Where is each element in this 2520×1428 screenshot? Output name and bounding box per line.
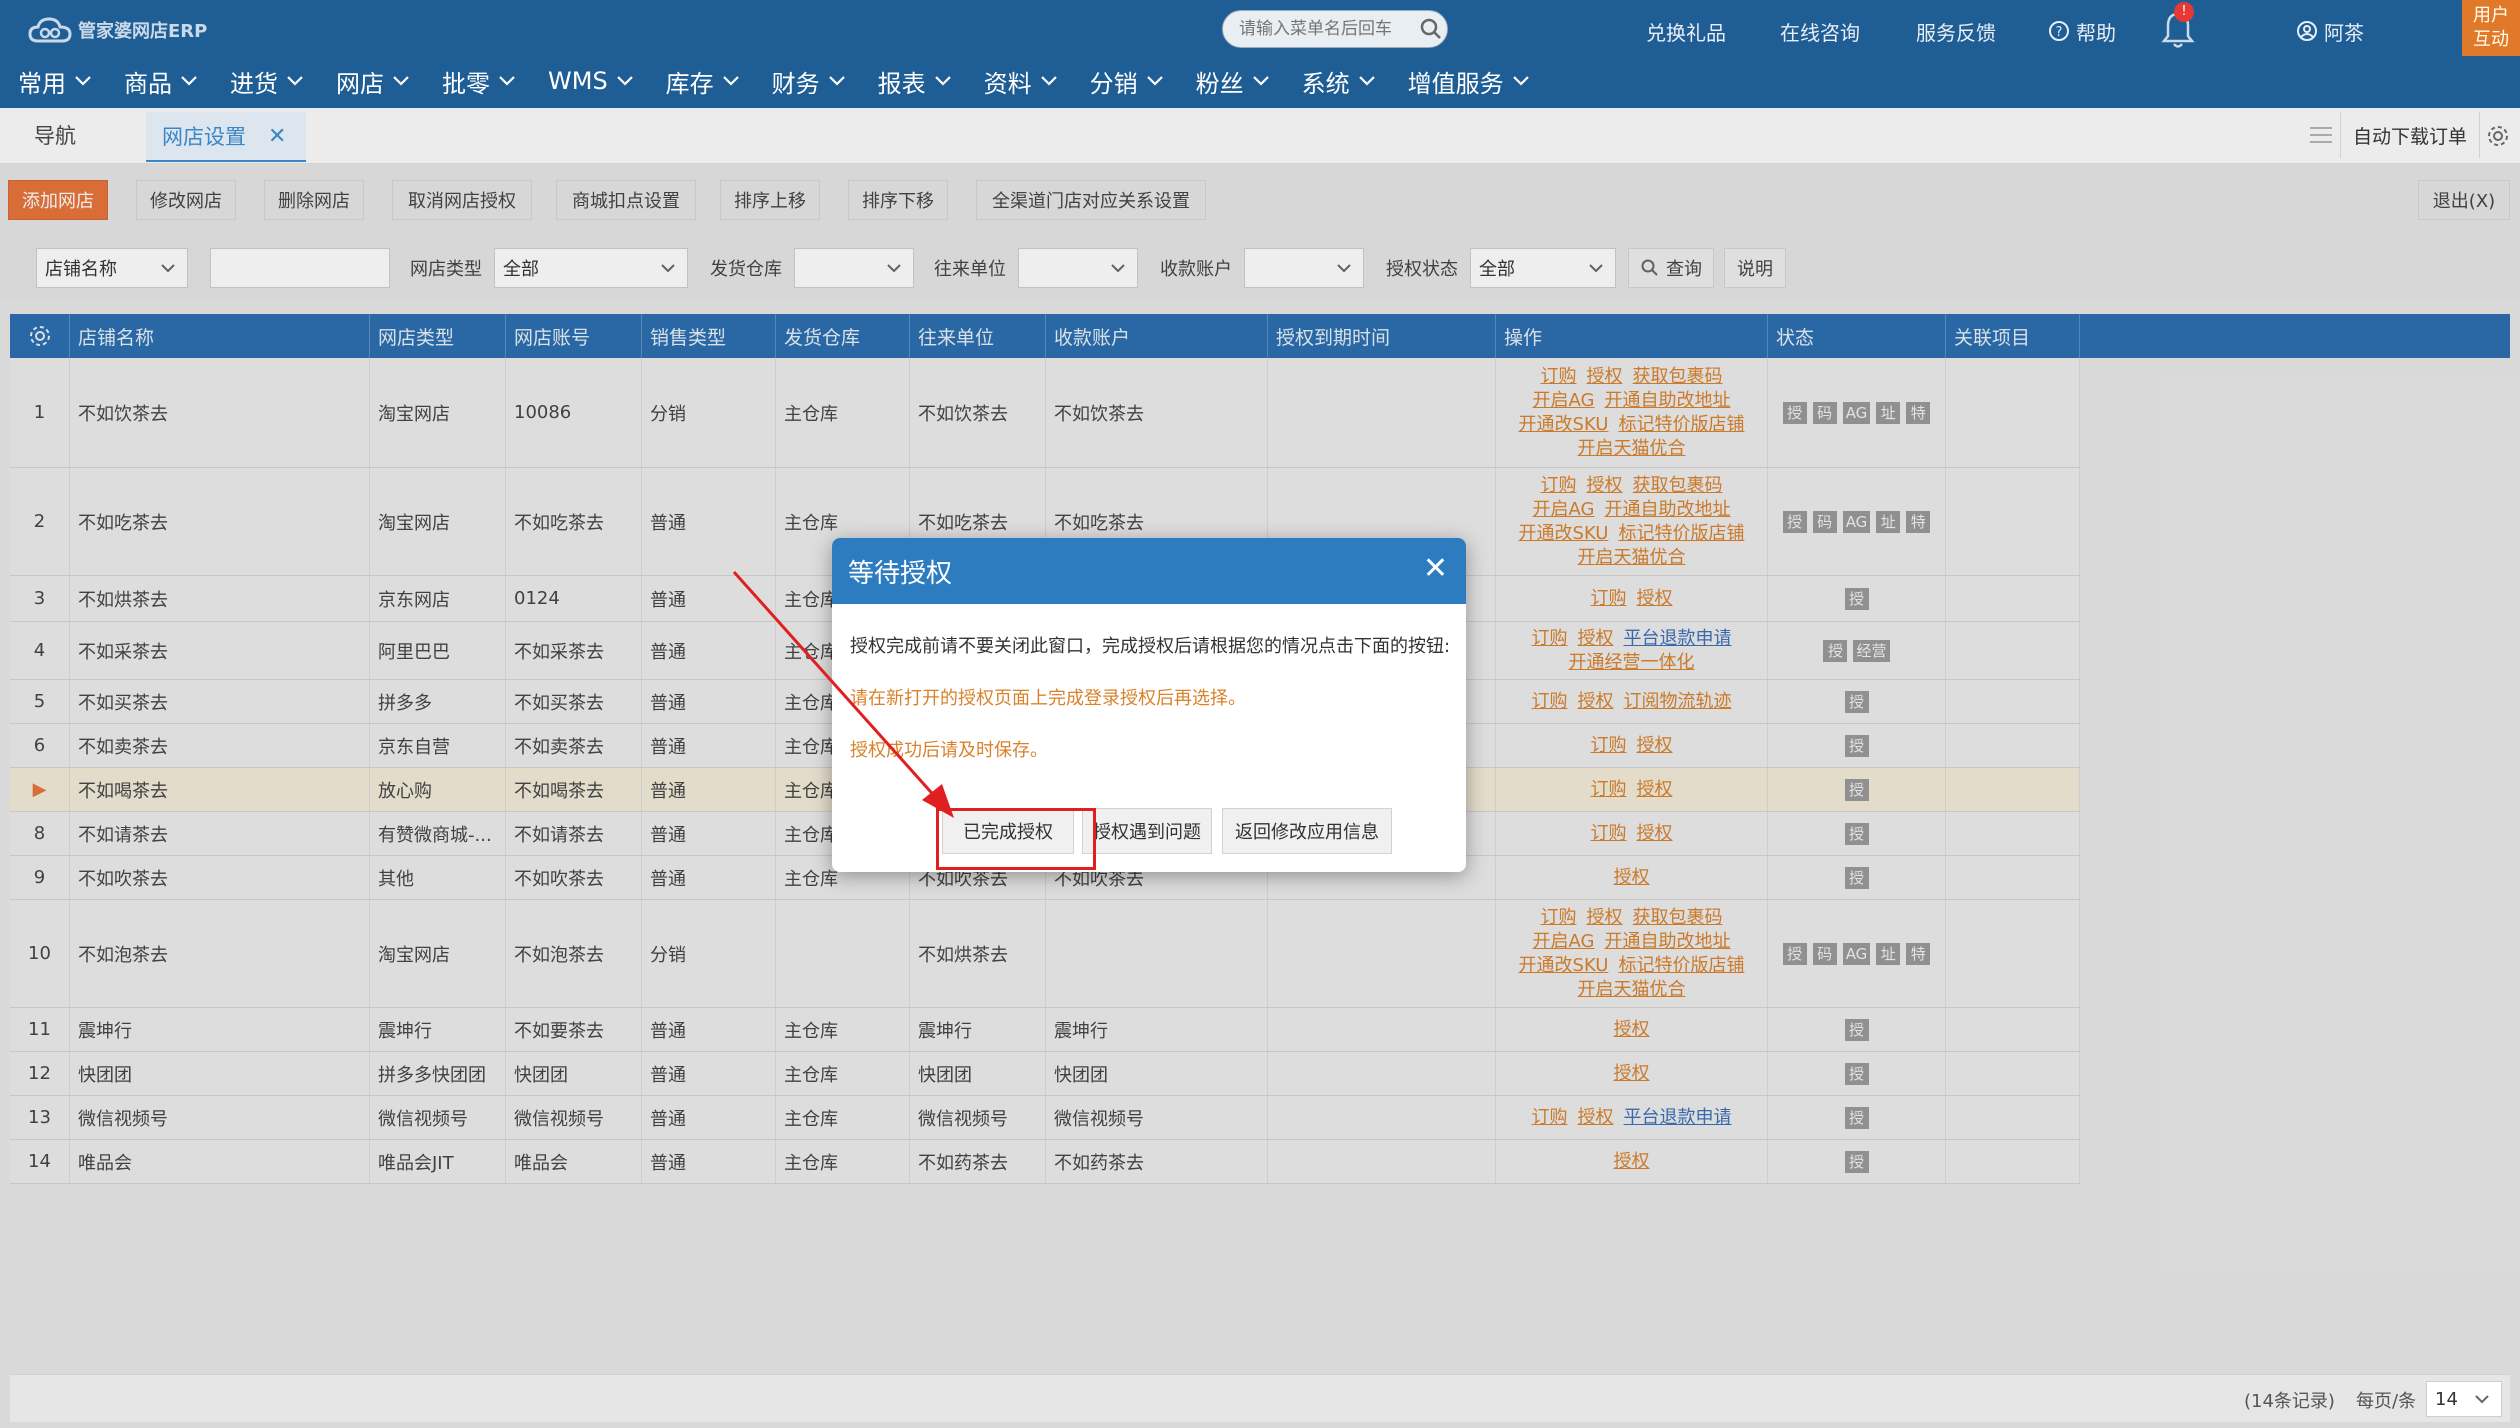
chevron-down-icon [1512,76,1529,86]
svg-text:?: ? [2056,25,2063,40]
menu-item[interactable]: WMS [530,67,634,95]
menu-item-label: 网店 [336,69,384,98]
per-page-select[interactable]: 14 [2426,1381,2502,1417]
tab-shop-settings[interactable]: 网店设置 ✕ [146,112,306,162]
menu-item[interactable]: 进货 [212,64,304,99]
menu-item-label: 报表 [877,69,926,98]
chevron-down-icon [616,76,633,86]
gear-icon[interactable] [2486,124,2510,148]
user-menu[interactable]: 阿茶 [2296,14,2364,48]
tab-navigation[interactable]: 导航 [34,118,76,154]
help-icon: ? [2049,21,2069,41]
menu-item[interactable]: 网店 [318,64,410,99]
menu-item[interactable]: 商品 [106,64,198,99]
close-icon[interactable]: ✕ [1423,554,1448,584]
menu-item-label: 库存 [665,69,714,98]
menu-item-label: 资料 [983,69,1032,98]
chevron-down-icon [1146,76,1163,86]
menu-item[interactable]: 系统 [1284,64,1376,99]
chevron-down-icon [499,76,515,86]
main-menu: 常用 商品 进货 网店 批零 WMS 库存 财务 报表 资料 分销 粉丝 系统 增值服务 [0,58,1700,104]
menu-item-label: 批零 [442,69,490,98]
dialog-hint-login: 请在新打开的授权页面上完成登录授权后再选择。 [850,688,1246,709]
pagination-footer: (14条记录) 每页/条 14 [10,1374,2510,1422]
menu-item-label: 系统 [1301,69,1350,98]
chevron-down-icon [1252,76,1269,86]
menu-item-label: 分销 [1089,69,1138,98]
menu-item[interactable]: 库存 [648,64,740,99]
menu-item-label: 进货 [230,69,278,98]
help-link[interactable]: ? 帮助 [2048,14,2116,48]
list-icon[interactable] [2308,124,2334,146]
authorization-done-button[interactable]: 已完成授权 [942,808,1074,854]
chevron-down-icon [722,76,739,86]
menu-item-label: WMS [548,67,608,95]
notification-badge: ! [2174,2,2194,22]
app-logo[interactable]: 管家婆网店ERP [28,14,207,46]
logo-text: 管家婆网店ERP [78,21,208,42]
menu-item[interactable]: 增值服务 [1390,64,1530,99]
user-icon [2297,21,2317,41]
tab-bar [0,108,2520,164]
dialog-title: 等待授权 [848,558,953,589]
chevron-down-icon [287,76,303,86]
menu-item[interactable]: 资料 [966,64,1058,99]
menu-item-label: 常用 [18,69,66,98]
dialog-instruction: 授权完成前请不要关闭此窗口，完成授权后请根据您的情况点击下面的按钮: [850,636,1451,657]
chevron-down-icon [75,76,91,86]
dialog-hint-save: 授权成功后请及时保存。 [850,740,1048,761]
auto-download-orders-button[interactable]: 自动下载订单 [2340,112,2480,158]
menu-item[interactable]: 分销 [1072,64,1164,99]
chevron-down-icon [1358,76,1375,86]
feedback-link[interactable]: 服务反馈 [1916,14,1996,48]
chevron-down-icon [828,76,845,86]
back-edit-app-info-button[interactable]: 返回修改应用信息 [1222,808,1392,854]
menu-item[interactable]: 报表 [860,64,952,99]
redeem-gifts-link[interactable]: 兑换礼品 [1646,14,1726,48]
search-icon[interactable] [1418,16,1444,42]
per-page-label: 每页/条 [2356,1391,2417,1412]
authorization-problem-button[interactable]: 授权遇到问题 [1082,808,1212,854]
menu-item-label: 粉丝 [1195,69,1244,98]
online-consult-link[interactable]: 在线咨询 [1780,14,1860,48]
chevron-down-icon [2475,1395,2489,1404]
menu-item-label: 商品 [124,69,172,98]
user-interaction-button[interactable]: 用户互动 [2462,0,2520,56]
menu-item[interactable]: 财务 [754,64,846,99]
menu-search-input[interactable] [1222,10,1448,48]
cloud-logo-icon [28,17,72,43]
menu-item-label: 财务 [771,69,820,98]
menu-item[interactable]: 批零 [424,64,516,99]
chevron-down-icon [393,76,409,86]
chevron-down-icon [1040,76,1057,86]
close-tab-icon[interactable]: ✕ [268,124,286,149]
chevron-down-icon [181,76,197,86]
menu-item-label: 增值服务 [1407,69,1504,98]
help-label: 帮助 [2076,20,2116,45]
per-page-value: 14 [2435,1388,2458,1410]
record-count: (14条记录) [2244,1391,2335,1412]
tab-shop-settings-label: 网店设置 [162,125,246,149]
user-name: 阿茶 [2324,20,2364,45]
menu-item[interactable]: 粉丝 [1178,64,1270,99]
dialog-header: 等待授权 [832,538,1466,604]
chevron-down-icon [934,76,951,86]
authorization-dialog: 等待授权 ✕ 授权完成前请不要关闭此窗口，完成授权后请根据您的情况点击下面的按钮… [832,538,1466,872]
menu-item[interactable]: 常用 [0,64,92,99]
